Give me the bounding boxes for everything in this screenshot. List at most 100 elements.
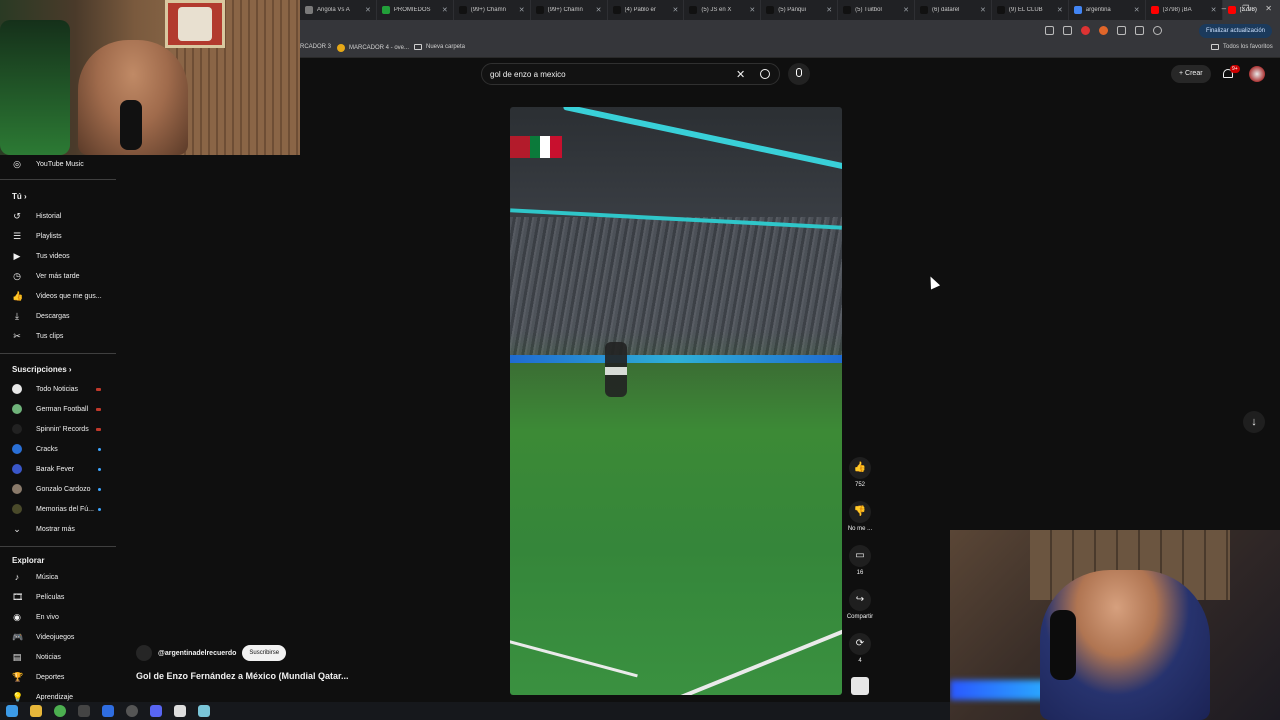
subscriptions-heading[interactable]: Suscripciones › <box>12 365 72 374</box>
app-icon[interactable] <box>198 705 210 717</box>
sidebar-item[interactable]: ⤓ Descargas <box>0 308 116 324</box>
voice-search-button[interactable] <box>788 63 810 85</box>
sidebar-item[interactable]: 👍 Videos que me gus... <box>0 288 116 304</box>
short-video-player[interactable] <box>510 107 842 695</box>
comments-button[interactable]: ▭ 16 <box>846 545 874 576</box>
close-tab-icon[interactable]: ✕ <box>442 6 448 14</box>
subscribe-button[interactable]: Suscribirse <box>242 645 287 661</box>
channel-avatar[interactable] <box>136 645 152 661</box>
share-button[interactable]: ↪ Compartir <box>846 589 874 620</box>
browser-tab[interactable]: (99+) Chamn ✕ <box>531 0 608 20</box>
sidebar-item[interactable]: ☰ Playlists <box>0 228 116 244</box>
sidebar-item-label: Tus videos <box>36 252 70 260</box>
profile-icon[interactable] <box>1153 26 1162 35</box>
sidebar-item[interactable]: 🎮 Videojuegos <box>0 629 116 645</box>
app-icon[interactable] <box>78 705 90 717</box>
close-tab-icon[interactable]: ✕ <box>673 6 679 14</box>
close-tab-icon[interactable]: ✕ <box>1057 6 1063 14</box>
start-icon[interactable] <box>6 705 18 717</box>
close-tab-icon[interactable]: ✕ <box>903 6 909 14</box>
tab-title: (9) EL CLUB <box>1008 7 1043 13</box>
close-window-icon[interactable]: ✕ <box>1265 4 1272 13</box>
all-favorites[interactable]: Todos los favoritos <box>1211 44 1273 50</box>
live-icon: ◉ <box>13 612 21 622</box>
sidebar-item[interactable]: Gonzalo Cardozo <box>0 481 116 497</box>
close-tab-icon[interactable]: ✕ <box>1134 6 1140 14</box>
bookmark-marcador-3[interactable]: RCADOR 3 <box>300 44 331 50</box>
sidebar-item[interactable]: 🏆 Deportes <box>0 669 116 685</box>
minimize-icon[interactable]: – <box>1222 4 1226 13</box>
discord-icon[interactable] <box>150 705 162 717</box>
sidebar-item[interactable]: ◷ Ver más tarde <box>0 268 116 284</box>
short-title[interactable]: Gol de Enzo Fernández a México (Mundial … <box>136 671 349 681</box>
next-short-button[interactable]: ↓ <box>1243 411 1265 433</box>
close-tab-icon[interactable]: ✕ <box>749 6 755 14</box>
tab-title: (6) datarel <box>932 7 960 13</box>
cast-icon[interactable] <box>1045 26 1054 35</box>
browser-tab[interactable]: (6) datarel ✕ <box>915 0 992 20</box>
browser-tab[interactable]: (5) JS en X ✕ <box>684 0 762 20</box>
sidebar-item[interactable]: Todo Noticias <box>0 381 116 397</box>
app-icon[interactable] <box>102 705 114 717</box>
thumb-up-icon: 👍 <box>12 291 24 301</box>
sidebar-item[interactable]: Memorias del Fú... <box>0 501 116 517</box>
sidebar-item[interactable]: Barak Fever <box>0 461 116 477</box>
sidebar-item[interactable]: German Football <box>0 401 116 417</box>
extension-orange-icon[interactable] <box>1099 26 1108 35</box>
you-heading[interactable]: Tú › <box>12 192 27 201</box>
tab-favicon-icon <box>920 6 928 14</box>
sidebar-item[interactable]: ▤ Noticias <box>0 649 116 665</box>
sidebar-item-youtube-music[interactable]: ◎ YouTube Music <box>0 156 116 172</box>
sidebar-item[interactable]: ◉ En vivo <box>0 609 116 625</box>
sidebar-item[interactable]: Spinnin' Records <box>0 421 116 437</box>
app-icon[interactable] <box>174 705 186 717</box>
search-input[interactable]: gol de enzo a mexico ✕ <box>481 63 780 85</box>
close-tab-icon[interactable]: ✕ <box>596 6 602 14</box>
browser-tab[interactable]: (4) Pablo er ✕ <box>608 0 685 20</box>
file-explorer-icon[interactable] <box>30 705 42 717</box>
sidebar-item[interactable]: ▶ Tus videos <box>0 248 116 264</box>
sidebar-item[interactable]: ↺ Historial <box>0 208 116 224</box>
light-streak <box>562 107 842 177</box>
channel-name[interactable]: @argentinadelrecuerdo <box>158 650 236 657</box>
maximize-icon[interactable]: ❐ <box>1242 4 1249 13</box>
puzzle-icon[interactable] <box>1117 26 1126 35</box>
search-icon[interactable] <box>760 69 770 79</box>
finish-update-button[interactable]: Finalizar actualización <box>1198 24 1272 38</box>
browser-tab[interactable]: (9) EL CLUB ✕ <box>992 0 1069 20</box>
create-button[interactable]: + Crear <box>1171 65 1211 83</box>
remix-button[interactable]: ⟳ 4 <box>846 633 874 664</box>
browser-tab[interactable]: argentina ✕ <box>1069 0 1146 20</box>
browser-tab[interactable]: (5) Tuitbol ✕ <box>838 0 915 20</box>
show-more-button[interactable]: ⌄ Mostrar más <box>0 521 116 537</box>
bookmark-marcador-4[interactable]: MARCADOR 4 - ove... <box>337 44 409 52</box>
browser-tab[interactable]: (5) Panqui ✕ <box>761 0 839 20</box>
sidebar-item[interactable]: ♪ Música <box>0 569 116 585</box>
sidebar-item[interactable]: ✂ Tus clips <box>0 328 116 344</box>
browser-tab[interactable]: Angola Vs A ✕ <box>300 0 377 20</box>
dislike-button[interactable]: 👎 No me ... <box>846 501 874 532</box>
close-tab-icon[interactable]: ✕ <box>519 6 525 14</box>
browser-tab[interactable]: (99+) Chamn ✕ <box>454 0 531 20</box>
sidebar-item[interactable]: Cracks <box>0 441 116 457</box>
gamepad-icon: 🎮 <box>12 632 24 642</box>
bookmark-nueva-carpeta[interactable]: Nueva carpeta <box>414 44 465 50</box>
sidebar-item[interactable]: 🎞 Películas <box>0 589 116 605</box>
clear-search-icon[interactable]: ✕ <box>736 68 745 81</box>
star-icon[interactable] <box>1063 26 1072 35</box>
close-tab-icon[interactable]: ✕ <box>980 6 986 14</box>
account-avatar[interactable] <box>1249 66 1265 82</box>
browser-tab[interactable]: PROMIEDOS ✕ <box>377 0 454 20</box>
notifications-button[interactable]: 9+ <box>1222 65 1240 80</box>
close-tab-icon[interactable]: ✕ <box>365 6 371 14</box>
audio-thumbnail[interactable] <box>851 677 869 695</box>
obs-icon[interactable] <box>126 705 138 717</box>
reading-list-icon[interactable] <box>1135 26 1144 35</box>
chrome-icon[interactable] <box>54 705 66 717</box>
sidebar-item-label: Barak Fever <box>36 465 75 473</box>
close-tab-icon[interactable]: ✕ <box>1211 6 1217 14</box>
extension-red-icon[interactable] <box>1081 26 1090 35</box>
like-button[interactable]: 👍 752 <box>846 457 874 488</box>
browser-tab[interactable]: (3798) ¡BA ✕ <box>1146 0 1223 20</box>
close-tab-icon[interactable]: ✕ <box>826 6 832 14</box>
